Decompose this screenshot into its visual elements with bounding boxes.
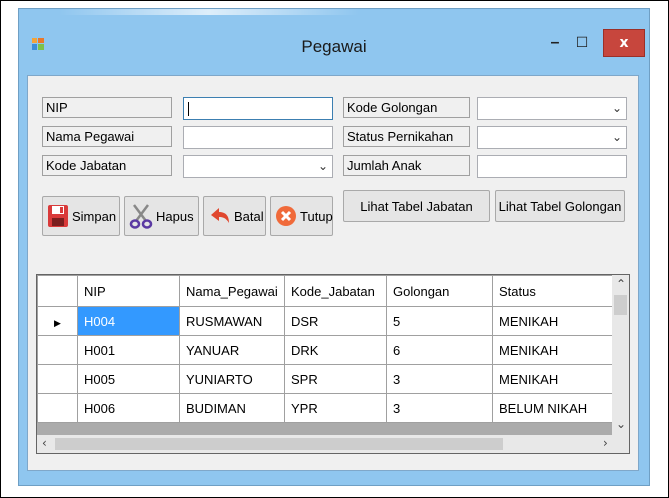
table-cell[interactable]: MENIKAH <box>492 335 613 365</box>
table-cell[interactable]: YANUAR <box>179 335 285 365</box>
table-cell[interactable]: 5 <box>386 306 493 336</box>
column-header-nip[interactable]: NIP <box>77 275 180 307</box>
lihat-tabel-jabatan-label: Lihat Tabel Jabatan <box>360 198 473 214</box>
kode-jabatan-dropdown[interactable]: ⌄ <box>183 155 333 178</box>
vertical-scroll-thumb[interactable] <box>614 295 627 315</box>
table-row[interactable]: H001 YANUAR DRK 6 MENIKAH <box>37 335 613 365</box>
table-cell[interactable]: DRK <box>284 335 387 365</box>
lihat-tabel-jabatan-button[interactable]: Lihat Tabel Jabatan <box>343 190 490 222</box>
scroll-right-icon[interactable]: › <box>603 436 608 450</box>
table-cell[interactable]: BELUM NIKAH <box>492 393 613 423</box>
close-button[interactable]: x <box>603 29 645 57</box>
kode-golongan-label: Kode Golongan <box>343 97 470 118</box>
row-header[interactable] <box>37 393 78 423</box>
pegawai-data-grid[interactable]: NIP Nama_Pegawai Kode_Jabatan Golongan S… <box>36 274 630 454</box>
grid-table: NIP Nama_Pegawai Kode_Jabatan Golongan S… <box>37 275 613 423</box>
column-header-golongan[interactable]: Golongan <box>386 275 493 307</box>
nama-pegawai-label: Nama Pegawai <box>42 126 172 147</box>
table-cell[interactable]: MENIKAH <box>492 306 613 336</box>
horizontal-scrollbar[interactable]: ‹ › <box>37 435 629 453</box>
simpan-label: Simpan <box>72 208 117 224</box>
batal-button[interactable]: Batal <box>203 196 266 236</box>
chevron-down-icon: ⌄ <box>317 159 328 173</box>
close-circle-icon <box>276 206 296 226</box>
row-header-corner <box>37 275 78 307</box>
form-client-area: NIP Nama Pegawai Kode Jabatan ⌄ Kode Gol… <box>27 75 639 471</box>
row-header[interactable]: ▶ <box>37 306 78 336</box>
minimize-icon: – <box>550 34 560 51</box>
lihat-tabel-golongan-button[interactable]: Lihat Tabel Golongan <box>495 190 625 222</box>
maximize-button[interactable]: ☐ <box>570 29 594 57</box>
status-pernikahan-dropdown[interactable]: ⌄ <box>477 126 627 149</box>
floppy-disk-icon <box>48 205 68 227</box>
table-cell[interactable]: MENIKAH <box>492 364 613 394</box>
column-header-status[interactable]: Status <box>492 275 613 307</box>
table-cell[interactable]: YPR <box>284 393 387 423</box>
chevron-down-icon: ⌄ <box>611 130 622 144</box>
chevron-down-icon: ⌄ <box>611 101 622 115</box>
batal-label: Batal <box>234 208 264 224</box>
horizontal-scroll-thumb[interactable] <box>55 438 503 450</box>
undo-arrow-icon <box>211 208 229 223</box>
table-cell[interactable]: 3 <box>386 364 493 394</box>
table-row[interactable]: ▶ H004 RUSMAWAN DSR 5 MENIKAH <box>37 306 613 336</box>
hapus-button[interactable]: Hapus <box>124 196 199 236</box>
simpan-button[interactable]: Simpan <box>42 196 120 236</box>
table-cell[interactable]: RUSMAWAN <box>179 306 285 336</box>
column-header-nama-pegawai[interactable]: Nama_Pegawai <box>179 275 285 307</box>
nama-pegawai-field[interactable] <box>183 126 333 149</box>
vertical-scrollbar[interactable]: ⌃ ⌄ <box>612 275 629 435</box>
table-cell[interactable]: H004 <box>77 306 180 336</box>
current-row-marker-icon: ▶ <box>54 317 61 328</box>
table-cell[interactable]: YUNIARTO <box>179 364 285 394</box>
table-cell[interactable]: 6 <box>386 335 493 365</box>
row-header[interactable] <box>37 364 78 394</box>
tutup-label: Tutup <box>300 208 333 224</box>
nip-field[interactable] <box>183 97 333 120</box>
text-caret <box>188 102 189 116</box>
tutup-button[interactable]: Tutup <box>270 196 333 236</box>
table-cell[interactable]: SPR <box>284 364 387 394</box>
table-cell[interactable]: BUDIMAN <box>179 393 285 423</box>
column-header-kode-jabatan[interactable]: Kode_Jabatan <box>284 275 387 307</box>
kode-golongan-dropdown[interactable]: ⌄ <box>477 97 627 120</box>
kode-jabatan-label: Kode Jabatan <box>42 155 172 176</box>
title-bar[interactable]: Pegawai – ☐ x <box>19 9 649 75</box>
table-cell[interactable]: H001 <box>77 335 180 365</box>
scroll-up-icon[interactable]: ⌃ <box>616 277 626 291</box>
scroll-down-icon[interactable]: ⌄ <box>616 417 626 431</box>
hapus-label: Hapus <box>156 208 194 224</box>
minimize-button[interactable]: – <box>543 29 567 57</box>
close-icon: x <box>619 35 629 51</box>
table-cell[interactable]: H006 <box>77 393 180 423</box>
pegawai-window: Pegawai – ☐ x NIP Nama Pegawai Kode Jaba… <box>18 8 650 486</box>
maximize-icon: ☐ <box>575 35 589 51</box>
jumlah-anak-field[interactable] <box>477 155 627 178</box>
table-row[interactable]: H005 YUNIARTO SPR 3 MENIKAH <box>37 364 613 394</box>
scroll-left-icon[interactable]: ‹ <box>42 436 47 450</box>
nip-label: NIP <box>42 97 172 118</box>
table-row[interactable]: H006 BUDIMAN YPR 3 BELUM NIKAH <box>37 393 613 423</box>
grid-header-row: NIP Nama_Pegawai Kode_Jabatan Golongan S… <box>37 275 613 307</box>
row-header[interactable] <box>37 335 78 365</box>
status-pernikahan-label: Status Pernikahan <box>343 126 470 147</box>
scissors-icon <box>129 204 153 229</box>
table-cell[interactable]: 3 <box>386 393 493 423</box>
table-cell[interactable]: H005 <box>77 364 180 394</box>
jumlah-anak-label: Jumlah Anak <box>343 155 470 176</box>
lihat-tabel-golongan-label: Lihat Tabel Golongan <box>498 198 622 214</box>
table-cell[interactable]: DSR <box>284 306 387 336</box>
